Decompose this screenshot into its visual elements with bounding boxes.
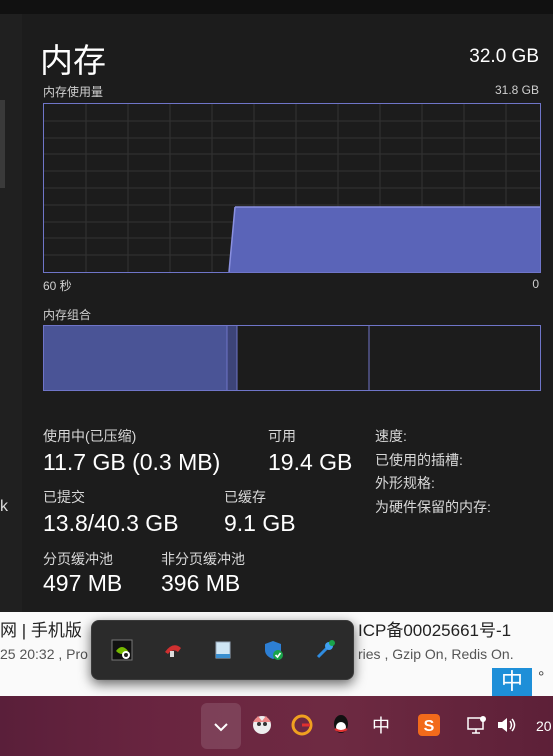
show-hidden-icons-button[interactable] [201,703,241,749]
paged-pool-value: 497 MB [43,570,123,596]
avatar-icon[interactable] [249,712,275,740]
available-label: 可用 [268,428,296,444]
top-strip [0,0,553,14]
in-use-label: 使用中(已压缩) [43,428,137,444]
volume-icon[interactable] [495,712,517,740]
taskbar: 中 S 20 [0,696,553,756]
clock[interactable]: 20 [536,718,552,734]
qq-icon[interactable] [329,712,353,740]
page-title: 内存 [40,42,106,79]
g-app-icon[interactable] [290,712,314,740]
network-icon[interactable] [466,712,488,740]
nvidia-icon[interactable] [111,639,133,661]
web-footer-line2-left: 25 20:32 , Pro [0,646,88,662]
memory-usage-chart [43,103,541,273]
cached-value: 9.1 GB [224,510,296,536]
reserved-label: 为硬件保留的内存: [375,499,491,515]
network-tool-icon[interactable] [314,639,336,661]
composition-modified [227,326,237,390]
memory-composition-bar [43,325,541,391]
left-text-fragment: k [0,498,8,515]
form-factor-label: 外形规格: [375,475,435,491]
web-footer-line1-left[interactable]: 网 | 手机版 [0,616,82,641]
scrollbar[interactable] [0,100,5,188]
usage-area [229,207,540,272]
composition-in-use [44,326,227,390]
usage-max: 31.8 GB [494,83,539,97]
ime-mode-button[interactable]: 中 [369,712,393,740]
speed-label: 速度: [375,428,407,444]
tray-overflow-flyout [91,620,354,680]
in-use-value: 11.7 GB (0.3 MB) [43,449,221,475]
memory-total: 32.0 GB [469,46,539,67]
defender-icon[interactable] [262,639,284,661]
left-navigation-pane: k [0,14,22,612]
paged-pool-label: 分页缓冲池 [43,551,113,567]
display-icon[interactable] [212,639,234,661]
slots-label: 已使用的插槽: [375,452,463,468]
red-app-icon[interactable] [162,639,184,661]
nonpaged-pool-label: 非分页缓冲池 [161,551,245,567]
committed-value: 13.8/40.3 GB [43,510,179,536]
cached-label: 已缓存 [224,489,266,505]
ime-degree-symbol: ° [538,669,545,686]
sogou-icon[interactable]: S [417,712,441,740]
svg-text:S: S [424,718,435,735]
nonpaged-pool-value: 396 MB [161,570,241,596]
ime-floating-indicator[interactable]: 中 [492,668,532,696]
committed-label: 已提交 [43,489,85,505]
usage-label: 内存使用量 [43,85,104,99]
chevron-up-icon [214,723,228,732]
web-footer-line1-right[interactable]: ICP备00025661号-1 [358,616,511,641]
available-value: 19.4 GB [268,449,353,475]
composition-label: 内存组合 [43,308,92,322]
time-axis-start: 60 秒 [43,279,72,293]
time-axis-end: 0 [532,277,539,291]
web-footer-line2-right: ries , Gzip On, Redis On. [358,646,514,662]
